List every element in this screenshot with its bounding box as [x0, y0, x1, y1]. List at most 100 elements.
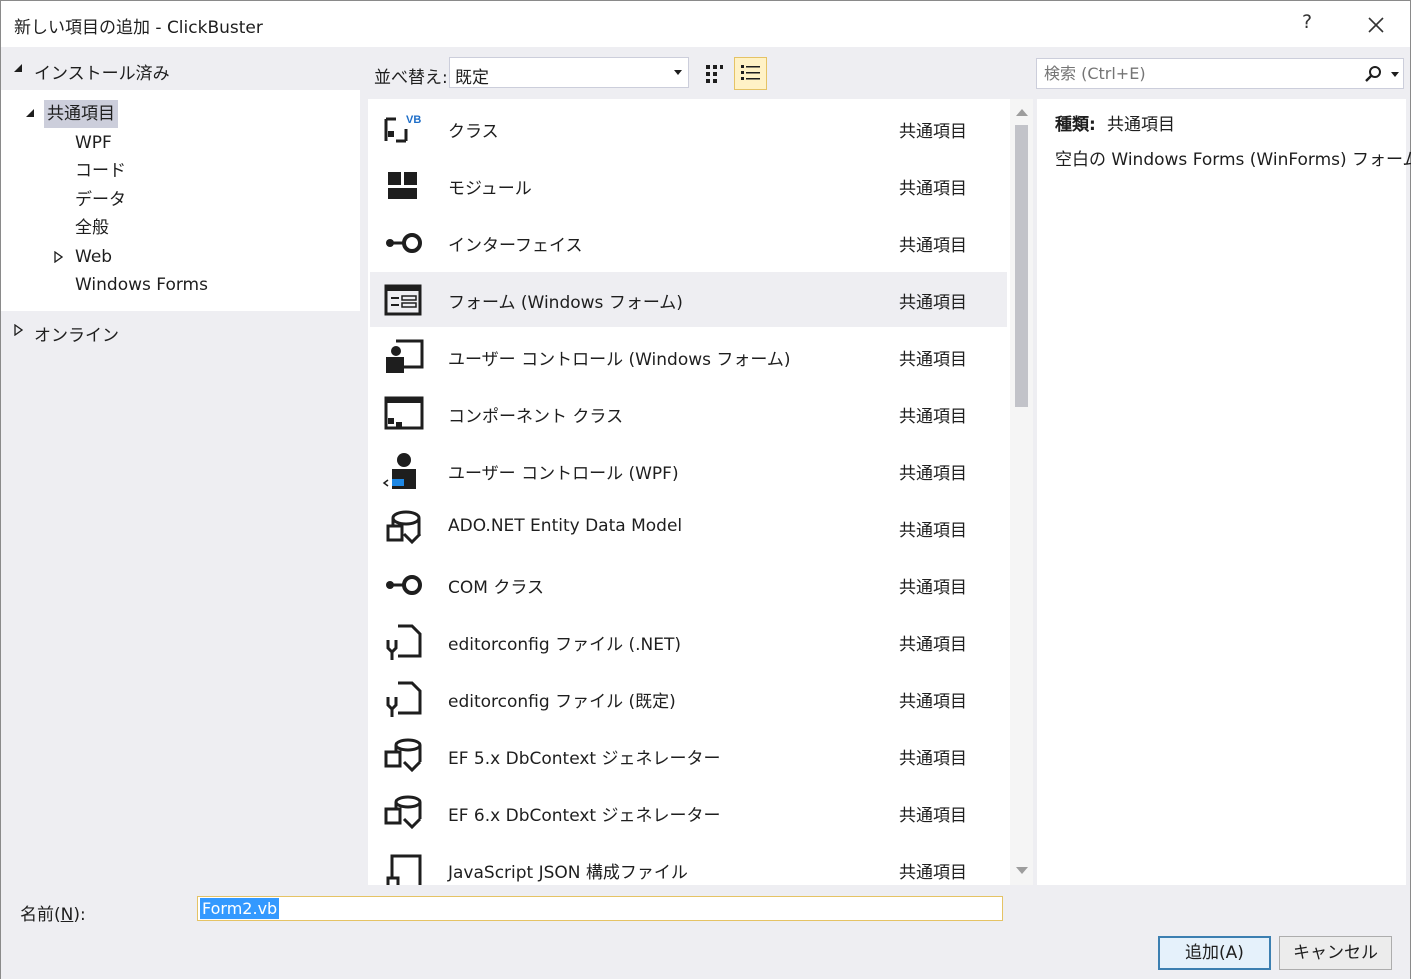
expand-web-icon[interactable] — [54, 251, 63, 263]
module-icon — [388, 172, 417, 199]
template-name: ユーザー コントロール (Windows フォーム) — [448, 350, 791, 370]
window-title: 新しい項目の追加 - ClickBuster — [14, 18, 263, 38]
generator-icon — [384, 795, 422, 830]
online-header[interactable]: オンライン — [1, 313, 360, 349]
template-name: JavaScript JSON 構成ファイル — [448, 863, 688, 883]
collapse-icon — [14, 64, 22, 72]
template-item[interactable]: ユーザー コントロール (Windows フォーム) 共通項目 — [370, 329, 1007, 384]
template-category: 共通項目 — [899, 236, 967, 256]
template-category: 共通項目 — [899, 350, 967, 370]
expanded-icon — [26, 109, 34, 117]
template-name: EF 5.x DbContext ジェネレーター — [448, 749, 721, 769]
list-view-button[interactable] — [734, 57, 767, 90]
name-input[interactable]: Form2.vb — [197, 896, 1003, 921]
search-options-icon[interactable] — [1391, 72, 1399, 77]
template-category: 共通項目 — [899, 179, 967, 199]
installed-label: インストール済み — [34, 64, 170, 84]
template-item[interactable]: ユーザー コントロール (WPF) 共通項目 — [370, 443, 1007, 498]
template-item[interactable]: モジュール 共通項目 — [370, 158, 1007, 213]
tree-item-code[interactable]: コード — [72, 157, 129, 185]
tree-item-data[interactable]: データ — [72, 186, 129, 214]
template-name: COM クラス — [448, 578, 544, 598]
sort-label: 並べ替え: — [374, 68, 448, 88]
template-name: ユーザー コントロール (WPF) — [448, 464, 679, 484]
chevron-down-icon — [674, 70, 682, 75]
template-category: 共通項目 — [899, 863, 967, 883]
template-category: 共通項目 — [899, 122, 967, 142]
cancel-button[interactable]: キャンセル — [1279, 936, 1392, 970]
template-item[interactable]: EF 5.x DbContext ジェネレーター 共通項目 — [370, 728, 1007, 783]
template-item[interactable]: インターフェイス 共通項目 — [370, 215, 1007, 270]
template-category: 共通項目 — [899, 692, 967, 712]
close-icon — [1368, 17, 1384, 33]
config-file-icon — [386, 681, 422, 717]
entity-model-icon — [386, 510, 422, 545]
generator-icon — [384, 738, 422, 773]
svg-text:VB: VB — [406, 114, 421, 126]
online-label: オンライン — [34, 326, 119, 346]
bottom-bar: 名前(N): Form2.vb 追加(A) キャンセル — [1, 887, 1410, 979]
template-item[interactable]: ADO.NET Entity Data Model 共通項目 — [370, 500, 1007, 555]
help-button[interactable]: ? — [1297, 11, 1317, 33]
template-item[interactable]: editorconfig ファイル (既定) 共通項目 — [370, 671, 1007, 726]
list-view-icon — [741, 65, 760, 80]
template-item[interactable]: EF 6.x DbContext ジェネレーター 共通項目 — [370, 785, 1007, 840]
config-file-icon — [386, 624, 422, 660]
search-input[interactable] — [1037, 59, 1357, 88]
template-name: クラス — [448, 122, 499, 142]
template-name: EF 6.x DbContext ジェネレーター — [448, 806, 721, 826]
installed-header[interactable]: インストール済み — [1, 47, 360, 90]
name-label: 名前(N): — [20, 905, 86, 925]
tree-item-web[interactable]: Web — [72, 243, 115, 271]
close-button[interactable] — [1363, 12, 1389, 38]
add-new-item-dialog: 新しい項目の追加 - ClickBuster ? インストール済み 共通項目 W… — [0, 0, 1411, 979]
template-category: 共通項目 — [899, 806, 967, 826]
type-label: 種類: — [1055, 115, 1096, 135]
scroll-up-icon[interactable] — [1016, 109, 1028, 116]
template-item[interactable]: コンポーネント クラス 共通項目 — [370, 386, 1007, 441]
class-icon: VB — [384, 114, 421, 143]
name-input-value: Form2.vb — [200, 898, 280, 919]
template-item[interactable]: COM クラス 共通項目 — [370, 557, 1007, 612]
com-class-icon — [386, 575, 422, 595]
interface-icon — [386, 233, 422, 253]
expand-online-icon — [14, 324, 23, 336]
wpf-user-control-icon — [382, 453, 416, 489]
template-category: 共通項目 — [899, 293, 967, 313]
template-category: 共通項目 — [899, 521, 967, 541]
sort-value: 既定 — [455, 68, 489, 88]
sort-dropdown[interactable]: 既定 — [449, 57, 689, 88]
template-name: editorconfig ファイル (.NET) — [448, 635, 681, 655]
tree-item-general[interactable]: 全般 — [72, 214, 112, 242]
template-name: モジュール — [448, 179, 532, 199]
tree-item-wpf[interactable]: WPF — [72, 129, 115, 157]
template-name: インターフェイス — [448, 236, 583, 256]
template-category: 共通項目 — [899, 635, 967, 655]
template-description: 空白の Windows Forms (WinForms) フォーム — [1055, 150, 1411, 170]
title-bar: 新しい項目の追加 - ClickBuster ? — [1, 1, 1410, 47]
template-item[interactable]: editorconfig ファイル (.NET) 共通項目 — [370, 614, 1007, 669]
search-icon[interactable] — [1363, 64, 1383, 84]
template-category: 共通項目 — [899, 578, 967, 598]
scroll-thumb[interactable] — [1015, 125, 1028, 407]
category-tree: 共通項目 WPF コード データ 全般 Web Windows Forms — [1, 90, 360, 311]
template-name: editorconfig ファイル (既定) — [448, 692, 676, 712]
template-list: VB クラス 共通項目 モジュール 共通項目 インターフェイス 共通項目 フォー… — [368, 99, 1033, 885]
template-name: ADO.NET Entity Data Model — [448, 516, 683, 536]
grid-view-icon — [706, 65, 723, 83]
small-icons-view-button[interactable] — [698, 57, 731, 90]
tree-item-windows-forms[interactable]: Windows Forms — [72, 271, 211, 299]
template-name: フォーム (Windows フォーム) — [448, 293, 683, 313]
search-field[interactable] — [1036, 58, 1404, 89]
template-category: 共通項目 — [899, 749, 967, 769]
template-list-scrollbar[interactable] — [1010, 99, 1033, 885]
template-item[interactable]: VB クラス 共通項目 — [370, 101, 1007, 156]
template-name: コンポーネント クラス — [448, 407, 624, 427]
add-button[interactable]: 追加(A) — [1158, 936, 1271, 970]
form-icon — [384, 284, 422, 316]
tree-item-common[interactable]: 共通項目 — [44, 100, 118, 128]
json-config-icon — [386, 854, 422, 885]
template-item[interactable]: JavaScript JSON 構成ファイル 共通項目 — [370, 842, 1007, 885]
template-item-selected[interactable]: フォーム (Windows フォーム) 共通項目 — [370, 272, 1007, 327]
scroll-down-icon[interactable] — [1016, 867, 1028, 874]
